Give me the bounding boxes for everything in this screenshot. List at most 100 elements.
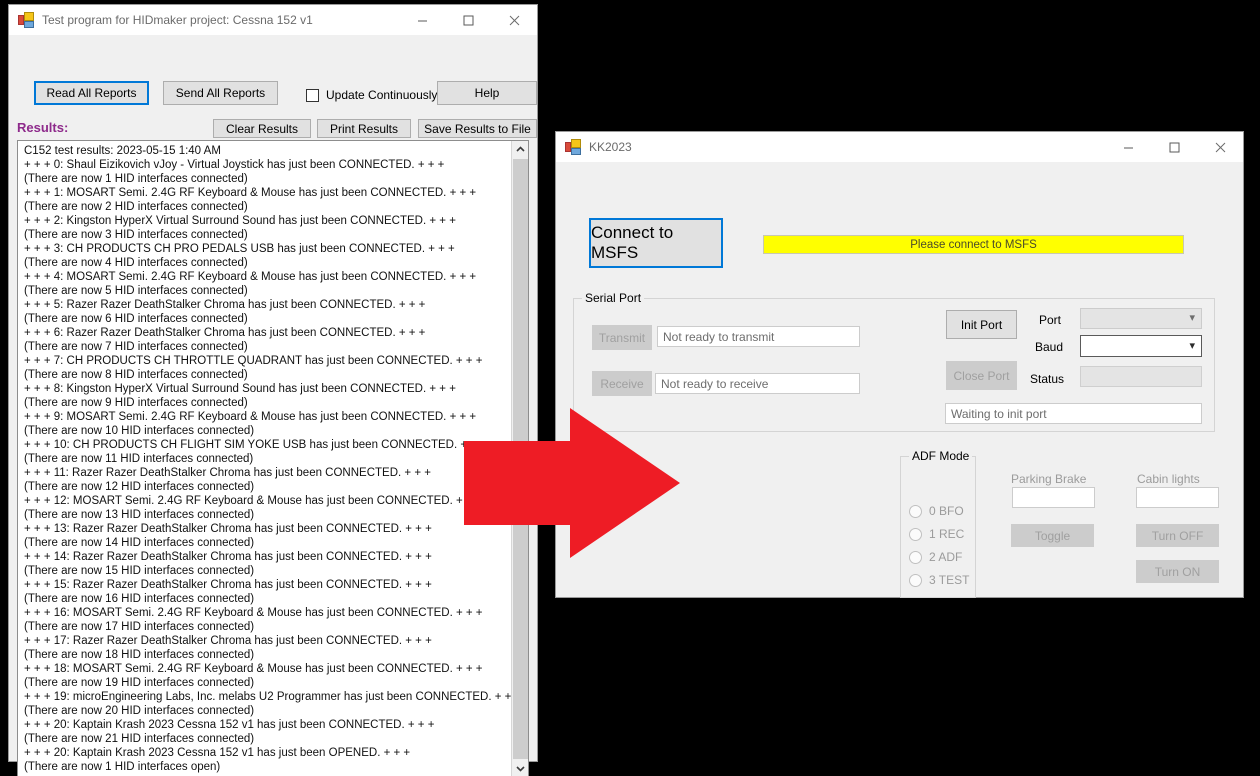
update-continuously-checkbox[interactable]: Update Continuously xyxy=(306,88,437,102)
serial-port-group-title: Serial Port xyxy=(582,291,645,305)
adf-mode-option-1-label: 1 REC xyxy=(929,527,965,541)
minimize-icon[interactable] xyxy=(399,5,445,35)
port-label: Port xyxy=(1039,313,1062,327)
msfs-status-text: Please connect to MSFS xyxy=(910,238,1037,251)
baud-label: Baud xyxy=(1035,340,1064,354)
hidmaker-caption-buttons xyxy=(399,5,537,35)
results-line: + + + 4: MOSART Semi. 2.4G RF Keyboard &… xyxy=(24,271,477,283)
results-line: (There are now 14 HID interfaces connect… xyxy=(24,537,255,549)
chevron-down-icon: ▾ xyxy=(1189,339,1195,352)
baud-combobox[interactable]: ▾ xyxy=(1080,335,1202,357)
adf-mode-option-3-label: 3 TEST xyxy=(929,573,970,587)
parking-brake-field xyxy=(1012,487,1095,508)
save-results-to-file-label: Save Results to File xyxy=(424,121,531,136)
chevron-up-icon[interactable] xyxy=(512,141,528,158)
hidmaker-window: Test program for HIDmaker project: Cessn… xyxy=(8,4,538,776)
connect-to-msfs-label: Connect to MSFS xyxy=(591,223,674,262)
results-text-content: C152 test results: 2023-05-15 1:40 AM + +… xyxy=(18,141,511,776)
parking-brake-label: Parking Brake xyxy=(1011,472,1087,486)
send-all-reports-button[interactable]: Send All Reports xyxy=(163,81,278,105)
close-icon[interactable] xyxy=(1197,132,1243,162)
results-line: (There are now 13 HID interfaces connect… xyxy=(24,509,255,521)
cabin-lights-turn-off-label: Turn OFF xyxy=(1151,528,1204,543)
screenshot-root: Test program for HIDmaker project: Cessn… xyxy=(0,0,1260,776)
results-line: + + + 11: Razer Razer DeathStalker Chrom… xyxy=(24,467,431,479)
adf-mode-option-2-label: 2 ADF xyxy=(929,550,963,564)
minimize-icon[interactable] xyxy=(1105,132,1151,162)
results-line: + + + 12: MOSART Semi. 2.4G RF Keyboard … xyxy=(24,495,483,507)
hidmaker-titlebar[interactable]: Test program for HIDmaker project: Cessn… xyxy=(9,5,537,35)
cabin-lights-turn-on-button[interactable]: Turn ON xyxy=(1136,560,1219,583)
results-line: (There are now 3 HID interfaces connecte… xyxy=(24,229,248,241)
red-right-arrow-icon xyxy=(464,408,680,558)
adf-mode-option-0[interactable]: 0 BFO xyxy=(909,504,964,518)
results-line: (There are now 19 HID interfaces connect… xyxy=(24,677,255,689)
port-combobox[interactable]: ▾ xyxy=(1080,308,1202,329)
receive-status-field: Not ready to receive xyxy=(655,373,860,394)
results-line: + + + 17: Razer Razer DeathStalker Chrom… xyxy=(24,635,432,647)
adf-mode-option-1[interactable]: 1 REC xyxy=(909,527,964,541)
receive-button[interactable]: Receive xyxy=(592,371,652,396)
results-line: (There are now 21 HID interfaces connect… xyxy=(24,733,255,745)
results-line: (There are now 7 HID interfaces connecte… xyxy=(24,341,248,353)
transmit-status-text: Not ready to transmit xyxy=(663,329,775,344)
kk2023-title-text: KK2023 xyxy=(589,140,632,154)
clear-results-label: Clear Results xyxy=(225,121,299,136)
winforms-app-icon xyxy=(565,139,581,155)
maximize-icon[interactable] xyxy=(445,5,491,35)
read-all-reports-button[interactable]: Read All Reports xyxy=(34,81,149,105)
port-state-text: Waiting to init port xyxy=(951,406,1047,421)
results-line: + + + 13: Razer Razer DeathStalker Chrom… xyxy=(24,523,432,535)
results-line: (There are now 15 HID interfaces connect… xyxy=(24,565,255,577)
results-line: (There are now 11 HID interfaces connect… xyxy=(24,453,254,465)
kk2023-titlebar[interactable]: KK2023 xyxy=(556,132,1243,162)
radio-dot[interactable] xyxy=(909,573,922,587)
adf-mode-option-2[interactable]: 2 ADF xyxy=(909,550,962,564)
chevron-down-icon[interactable] xyxy=(512,760,528,776)
radio-dot[interactable] xyxy=(909,550,922,564)
chevron-down-icon: ▾ xyxy=(1189,312,1195,324)
results-line: + + + 14: Razer Razer DeathStalker Chrom… xyxy=(24,551,432,563)
parking-brake-toggle-label: Toggle xyxy=(1034,528,1071,543)
maximize-icon[interactable] xyxy=(1151,132,1197,162)
close-icon[interactable] xyxy=(491,5,537,35)
receive-label: Receive xyxy=(600,376,644,391)
results-line: + + + 16: MOSART Semi. 2.4G RF Keyboard … xyxy=(24,607,483,619)
results-textarea[interactable]: C152 test results: 2023-05-15 1:40 AM + +… xyxy=(17,140,529,776)
results-line: (There are now 4 HID interfaces connecte… xyxy=(24,257,248,269)
cabin-lights-turn-off-button[interactable]: Turn OFF xyxy=(1136,524,1219,547)
checkbox-box[interactable] xyxy=(306,88,319,102)
results-line: (There are now 16 HID interfaces connect… xyxy=(24,593,255,605)
receive-status-text: Not ready to receive xyxy=(661,376,769,391)
results-line: + + + 3: CH PRODUCTS CH PRO PEDALS USB h… xyxy=(24,243,455,255)
connect-to-msfs-button[interactable]: Connect to MSFS xyxy=(589,218,723,268)
results-line: (There are now 9 HID interfaces connecte… xyxy=(24,397,248,409)
results-line: + + + 8: Kingston HyperX Virtual Surroun… xyxy=(24,383,456,395)
transmit-button[interactable]: Transmit xyxy=(592,325,652,350)
results-label: Results: xyxy=(17,120,69,135)
port-state-field: Waiting to init port xyxy=(945,403,1202,424)
red-right-arrow-annotation xyxy=(464,408,680,558)
results-line: (There are now 10 HID interfaces connect… xyxy=(24,425,255,437)
radio-dot[interactable] xyxy=(909,504,922,518)
results-line: + + + 20: Kaptain Krash 2023 Cessna 152 … xyxy=(24,747,411,759)
radio-dot[interactable] xyxy=(909,527,922,541)
clear-results-button[interactable]: Clear Results xyxy=(213,119,311,138)
save-results-to-file-button[interactable]: Save Results to File xyxy=(418,119,537,138)
help-button[interactable]: Help xyxy=(437,81,537,105)
status-field xyxy=(1080,366,1202,387)
print-results-button[interactable]: Print Results xyxy=(317,119,411,138)
transmit-status-field: Not ready to transmit xyxy=(657,326,860,347)
init-port-button[interactable]: Init Port xyxy=(946,310,1017,339)
results-line: + + + 2: Kingston HyperX Virtual Surroun… xyxy=(24,215,456,227)
close-port-button[interactable]: Close Port xyxy=(946,361,1017,390)
parking-brake-toggle-button[interactable]: Toggle xyxy=(1011,524,1094,547)
results-line: C152 test results: 2023-05-15 1:40 AM xyxy=(24,145,221,157)
update-continuously-label: Update Continuously xyxy=(326,88,438,102)
results-line: (There are now 12 HID interfaces connect… xyxy=(24,481,255,493)
msfs-status-banner: Please connect to MSFS xyxy=(763,235,1184,254)
results-line: (There are now 5 HID interfaces connecte… xyxy=(24,285,248,297)
kk2023-caption-buttons xyxy=(1105,132,1243,162)
adf-mode-option-3[interactable]: 3 TEST xyxy=(909,573,969,587)
results-line: + + + 9: MOSART Semi. 2.4G RF Keyboard &… xyxy=(24,411,477,423)
